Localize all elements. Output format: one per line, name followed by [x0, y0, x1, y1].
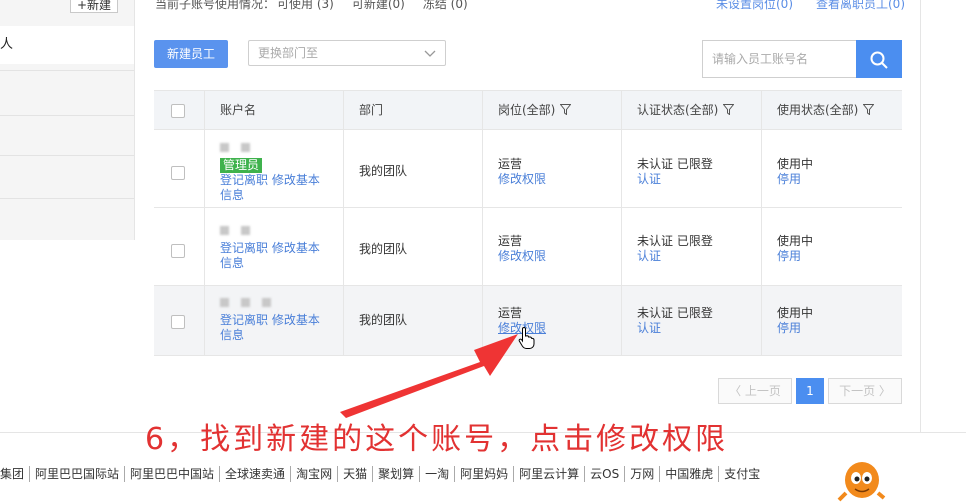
- footer-link[interactable]: 淘宝网: [291, 466, 339, 482]
- footer-link[interactable]: 天猫: [338, 466, 374, 482]
- auth-status-cell: 未认证 已限登: [637, 306, 713, 320]
- account-name-masked: [220, 224, 262, 239]
- header-usage-status[interactable]: 使用状态(全部): [761, 91, 902, 129]
- row-checkbox[interactable]: [171, 315, 185, 329]
- admin-badge: 管理员: [220, 158, 263, 173]
- disable-link[interactable]: 停用: [777, 249, 801, 264]
- footer-link[interactable]: 中国雅虎: [660, 466, 720, 482]
- auth-status-cell: 未认证 已限登: [637, 157, 713, 171]
- sidebar-new-button[interactable]: +新建: [70, 0, 118, 13]
- row-checkbox[interactable]: [171, 244, 185, 258]
- footer-link[interactable]: 集团: [0, 466, 31, 482]
- table-header: 账户名 部门 岗位(全部) 认证状态(全部) 使用状态(全部): [154, 90, 902, 130]
- position-cell: 运营: [498, 157, 523, 171]
- auth-link[interactable]: 认证: [637, 321, 661, 336]
- edit-permission-link[interactable]: 修改权限: [498, 172, 546, 187]
- usage-status-cell: 使用中: [777, 306, 814, 320]
- header-department: 部门: [343, 91, 482, 129]
- filter-icon[interactable]: [863, 104, 875, 115]
- disable-link[interactable]: 停用: [777, 321, 801, 336]
- filter-icon[interactable]: [560, 104, 572, 115]
- resigned-employees-link[interactable]: 查看离职员工(0): [816, 0, 905, 12]
- account-name-masked: [220, 296, 283, 311]
- edit-permission-link[interactable]: 修改权限: [498, 249, 546, 264]
- search-input[interactable]: 请输入员工账号名: [702, 40, 856, 78]
- table-row: 登记离职 修改基本 信息 我的团队 运营 修改权限 未认证 已限登 认证 使用中…: [154, 208, 902, 286]
- next-page-button[interactable]: 下一页 〉: [828, 378, 902, 404]
- account-action-links[interactable]: 登记离职 修改基本: [220, 173, 320, 188]
- footer-link[interactable]: 阿里巴巴国际站: [30, 466, 126, 482]
- usage-creatable: 可新建(0): [351, 0, 405, 11]
- account-action-links[interactable]: 登记离职 修改基本: [220, 313, 320, 328]
- header-position[interactable]: 岗位(全部): [482, 91, 621, 129]
- footer-links: 集团 阿里巴巴国际站 阿里巴巴中国站 全球速卖通 淘宝网 天猫 聚划算 一淘 阿里妈妈 阿里云计算…: [0, 466, 966, 482]
- select-all-checkbox[interactable]: [171, 104, 185, 118]
- mascot-icon: [837, 462, 886, 502]
- header-auth-status[interactable]: 认证状态(全部): [621, 91, 761, 129]
- department-cell: 我的团队: [359, 164, 408, 178]
- usage-label: 当前子账号使用情况：: [155, 0, 276, 11]
- footer-link[interactable]: 全球速卖通: [220, 466, 292, 482]
- position-cell: 运营: [498, 234, 523, 248]
- chevron-down-icon: [424, 50, 436, 57]
- new-employee-button[interactable]: 新建员工: [154, 40, 228, 68]
- footer-link[interactable]: 万网: [625, 466, 661, 482]
- footer-link[interactable]: 支付宝: [719, 466, 765, 482]
- table-row: 管理员 登记离职 修改基本 信息 我的团队 运营 修改权限 未认证 已限登 认证…: [154, 130, 902, 208]
- no-position-link[interactable]: 未设置岗位(0): [716, 0, 793, 12]
- department-cell: 我的团队: [359, 242, 408, 256]
- disable-link[interactable]: 停用: [777, 172, 801, 187]
- arrow-annotation: [340, 334, 518, 418]
- position-cell: 运营: [498, 306, 523, 320]
- auth-link[interactable]: 认证: [637, 172, 661, 187]
- footer-link[interactable]: 阿里云计算: [514, 466, 586, 482]
- row-checkbox[interactable]: [171, 166, 185, 180]
- sidebar: +新建 人: [0, 0, 135, 240]
- sidebar-item-active[interactable]: 人: [0, 26, 134, 64]
- sidebar-divider: [0, 198, 134, 199]
- search-icon: [870, 51, 888, 69]
- auth-link[interactable]: 认证: [637, 249, 661, 264]
- usage-available: 可使用 (3): [277, 0, 334, 11]
- account-action-links-cont[interactable]: 信息: [220, 328, 244, 343]
- usage-frozen: 冻结 (0): [422, 0, 468, 11]
- footer-link[interactable]: 云OS: [585, 466, 626, 482]
- account-action-links-cont[interactable]: 信息: [220, 256, 244, 271]
- hand-cursor-icon: [518, 326, 535, 349]
- account-action-links[interactable]: 登记离职 修改基本: [220, 241, 320, 256]
- auth-status-cell: 未认证 已限登: [637, 234, 713, 248]
- search-button[interactable]: [856, 40, 902, 78]
- department-select-placeholder: 更换部门至: [258, 46, 319, 60]
- header-account: 账户名: [204, 91, 343, 129]
- account-action-links-cont[interactable]: 信息: [220, 188, 244, 203]
- footer-link[interactable]: 一淘: [420, 466, 456, 482]
- usage-status-cell: 使用中: [777, 157, 814, 171]
- account-name-masked: [220, 141, 262, 156]
- footer-link[interactable]: 聚划算: [373, 466, 421, 482]
- filter-icon[interactable]: [723, 104, 735, 115]
- department-select[interactable]: 更换部门至: [248, 40, 446, 66]
- instruction-annotation: 6，找到新建的这个账号，点击修改权限: [145, 422, 729, 457]
- footer-link[interactable]: 阿里巴巴中国站: [125, 466, 221, 482]
- sidebar-divider: [0, 155, 134, 156]
- page-number-current[interactable]: 1: [796, 378, 824, 404]
- footer-link[interactable]: 阿里妈妈: [455, 466, 515, 482]
- usage-summary: 当前子账号使用情况： 可使用 (3) 可新建(0) 冻结 (0): [155, 0, 486, 12]
- usage-status-cell: 使用中: [777, 234, 814, 248]
- prev-page-button[interactable]: 〈 上一页: [718, 378, 792, 404]
- sidebar-divider: [0, 115, 134, 116]
- sidebar-divider: [0, 70, 134, 71]
